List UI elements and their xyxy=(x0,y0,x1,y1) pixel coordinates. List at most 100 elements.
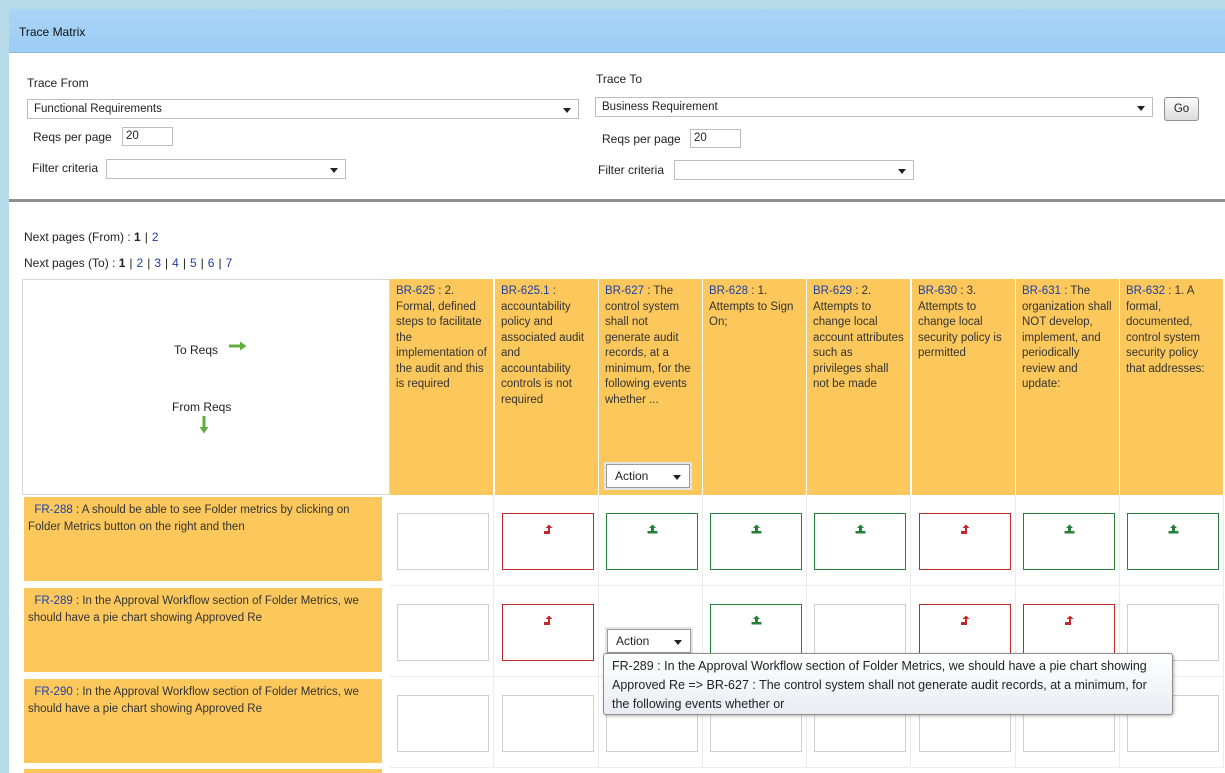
window-title: Trace Matrix xyxy=(19,25,86,39)
trace-to-select[interactable]: Business Requirement xyxy=(595,97,1153,117)
to-filter-select[interactable] xyxy=(674,160,914,180)
trace-link-icon xyxy=(544,524,553,534)
arrow-right-icon xyxy=(229,341,247,351)
chevron-down-icon xyxy=(674,640,682,645)
trace-cell-empty[interactable] xyxy=(397,604,489,661)
br-link[interactable]: BR-630 xyxy=(918,285,957,297)
chevron-down-icon xyxy=(673,475,681,480)
row-header: FR-289 : In the Approval Workflow sectio… xyxy=(24,588,382,672)
trace-from-value: Functional Requirements xyxy=(34,103,162,115)
fr-link[interactable]: FR-289 xyxy=(34,595,72,607)
trace-cell-red[interactable] xyxy=(502,513,594,570)
column-header: BR-629 : 2. Attempts to change local acc… xyxy=(807,279,911,495)
pager-to-link[interactable]: 6 xyxy=(208,256,215,270)
trace-link-icon xyxy=(751,615,762,625)
br-link[interactable]: BR-625 xyxy=(396,285,435,297)
pager-to-current: 1 xyxy=(118,256,126,270)
trace-cell-green[interactable] xyxy=(606,513,698,570)
chevron-down-icon xyxy=(330,168,338,173)
trace-link-icon xyxy=(544,615,553,625)
pager-from: Next pages (From) : 1 | 2 xyxy=(24,230,159,244)
trace-cell-green[interactable] xyxy=(1023,513,1115,570)
chevron-down-icon xyxy=(898,169,906,174)
column-text: : 2. Attempts to change local account at… xyxy=(813,285,904,390)
from-reqs-label: Reqs per page xyxy=(33,130,112,144)
pager-to-link[interactable]: 2 xyxy=(137,256,144,270)
trace-from-select[interactable]: Functional Requirements xyxy=(27,99,579,119)
trace-tooltip: FR-289 : In the Approval Workflow sectio… xyxy=(603,653,1173,715)
row-text: : In the Approval Workflow section of Fo… xyxy=(28,595,359,624)
br-link[interactable]: BR-627 xyxy=(605,285,644,297)
action-label: Action xyxy=(616,634,650,648)
trace-link-icon xyxy=(751,524,762,534)
trace-cell-red[interactable] xyxy=(502,604,594,661)
column-header: BR-631 : The organization shall NOT deve… xyxy=(1016,279,1120,495)
column-header: BR-630 : 3. Attempts to change local sec… xyxy=(912,279,1016,495)
trace-cell-empty[interactable] xyxy=(397,695,489,752)
fr-link[interactable]: FR-288 xyxy=(34,504,72,516)
from-reqs-label: From Reqs xyxy=(172,400,232,414)
divider xyxy=(9,199,1225,202)
trace-link-icon xyxy=(1064,524,1075,534)
row-text: : In the Approval Workflow section of Fo… xyxy=(28,686,359,715)
pager-to-link[interactable]: 3 xyxy=(154,256,161,270)
pager-to-label: Next pages (To) : xyxy=(24,256,116,270)
trace-to-value: Business Requirement xyxy=(602,101,718,113)
to-reqs-label: To Reqs xyxy=(174,343,219,357)
br-link[interactable]: BR-632 xyxy=(1126,285,1165,297)
fr-link[interactable]: FR-290 xyxy=(34,686,72,698)
trace-link-icon xyxy=(961,524,970,534)
pager-from-current: 1 xyxy=(134,230,141,244)
row-header: FR-288 : A should be able to see Folder … xyxy=(24,497,382,581)
column-text: : The organization shall NOT develop, im… xyxy=(1022,285,1112,390)
chevron-down-icon xyxy=(1137,106,1145,111)
action-dropdown[interactable]: Action xyxy=(606,464,690,488)
row-header: FR-290 : In the Approval Workflow sectio… xyxy=(24,679,382,763)
to-reqs-per-page-input[interactable]: 20 xyxy=(690,129,741,148)
column-text: : The control system shall not generate … xyxy=(605,285,691,406)
column-text: : 1. A formal, documented, control syste… xyxy=(1126,285,1205,375)
column-header: BR-632 : 1. A formal, documented, contro… xyxy=(1120,279,1224,495)
trace-link-icon xyxy=(1168,524,1179,534)
column-text: : accountability policy and associated a… xyxy=(501,285,585,406)
from-filter-label: Filter criteria xyxy=(32,161,99,175)
pager-to-link[interactable]: 4 xyxy=(172,256,179,270)
chevron-down-icon xyxy=(563,108,571,113)
br-link[interactable]: BR-628 xyxy=(709,285,748,297)
trace-cell-empty[interactable] xyxy=(397,513,489,570)
arrow-down-icon xyxy=(199,416,209,434)
pager-to: Next pages (To) : 1 | 2 | 3 | 4 | 5 | 6 | 7 xyxy=(24,256,233,270)
br-link[interactable]: BR-631 xyxy=(1022,285,1061,297)
trace-to-label: Trace To xyxy=(596,72,643,86)
pager-to-link[interactable]: 5 xyxy=(190,256,197,270)
to-reqs-label: Reqs per page xyxy=(602,132,681,146)
pager-to-link[interactable]: 7 xyxy=(226,256,233,270)
trace-cell-green[interactable] xyxy=(710,513,802,570)
trace-cell-green[interactable] xyxy=(814,513,906,570)
to-filter-label: Filter criteria xyxy=(598,163,665,177)
trace-cell-red[interactable] xyxy=(919,513,1011,570)
from-filter-select[interactable] xyxy=(106,159,346,179)
row-header xyxy=(24,769,382,773)
title-bar: Trace Matrix xyxy=(9,9,1225,53)
pager-from-link[interactable]: 2 xyxy=(152,230,159,244)
go-button[interactable]: Go xyxy=(1164,97,1199,121)
trace-link-icon xyxy=(1065,615,1074,625)
column-header: BR-628 : 1. Attempts to Sign On; xyxy=(703,279,807,495)
action-dropdown[interactable]: Action xyxy=(607,629,691,653)
trace-from-label: Trace From xyxy=(27,76,89,90)
pager-from-label: Next pages (From) : xyxy=(24,230,131,244)
br-link[interactable]: BR-629 xyxy=(813,285,852,297)
action-label: Action xyxy=(615,469,649,483)
column-header: BR-625 : 2. Formal, defined steps to fac… xyxy=(390,279,494,495)
trace-cell-empty[interactable] xyxy=(502,695,594,752)
row-text: : A should be able to see Folder metrics… xyxy=(28,504,350,533)
column-text: : 2. Formal, defined steps to facilitate… xyxy=(396,285,487,390)
trace-cell-green[interactable] xyxy=(1127,513,1219,570)
column-header: BR-627 : The control system shall not ge… xyxy=(599,279,703,495)
from-reqs-per-page-input[interactable]: 20 xyxy=(122,127,173,146)
matrix-corner: To Reqs From Reqs xyxy=(22,279,390,495)
br-link[interactable]: BR-625.1 xyxy=(501,285,550,297)
trace-link-icon xyxy=(961,615,970,625)
trace-link-icon xyxy=(855,524,866,534)
